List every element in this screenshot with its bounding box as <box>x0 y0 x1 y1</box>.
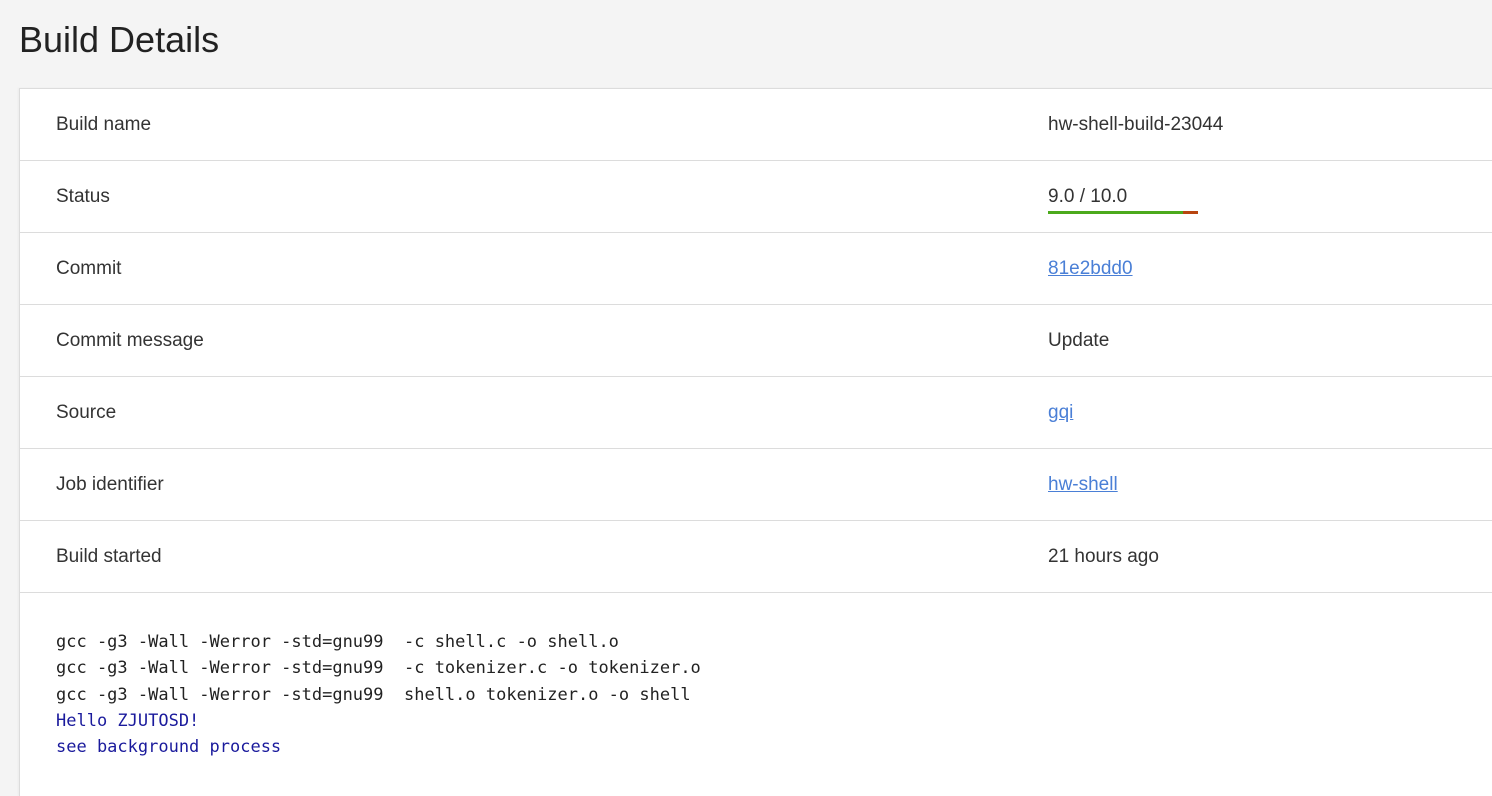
log-line-command: gcc -g3 -Wall -Werror -std=gnu99 shell.o… <box>56 684 691 705</box>
build-log-output: gcc -g3 -Wall -Werror -std=gnu99 -c shel… <box>56 629 701 760</box>
build-started-label: Build started <box>56 546 162 567</box>
build-started-value: 21 hours ago <box>1048 546 1159 567</box>
status-score: 9.0 / 10.0 <box>1048 161 1198 232</box>
status-score-bar <box>1048 211 1198 214</box>
detail-row-build-started: Build started 21 hours ago <box>20 521 1492 593</box>
detail-row-commit-message: Commit message Update <box>20 305 1492 377</box>
detail-row-build-name: Build name hw-shell-build-23044 <box>20 89 1492 161</box>
source-label: Source <box>56 402 117 423</box>
status-label: Status <box>56 186 110 207</box>
detail-row-commit: Commit 81e2bdd0 <box>20 233 1492 305</box>
commit-link[interactable]: 81e2bdd0 <box>1048 258 1133 279</box>
commit-message-value: Update <box>1048 330 1110 351</box>
detail-row-status: Status 9.0 / 10.0 <box>20 161 1492 233</box>
page-title: Build Details <box>19 19 220 60</box>
status-bar-fail <box>1183 211 1198 214</box>
build-name-label: Build name <box>56 114 152 135</box>
job-identifier-label: Job identifier <box>56 474 164 495</box>
commit-message-label: Commit message <box>56 330 204 351</box>
log-line-output: see background process <box>56 737 282 758</box>
commit-label: Commit <box>56 258 122 279</box>
source-link[interactable]: gqi <box>1048 402 1073 423</box>
status-bar-pass <box>1048 211 1183 214</box>
detail-row-source: Source gqi <box>20 377 1492 449</box>
detail-row-job-identifier: Job identifier hw-shell <box>20 449 1492 521</box>
job-identifier-link[interactable]: hw-shell <box>1048 474 1118 495</box>
log-line-command: gcc -g3 -Wall -Werror -std=gnu99 -c toke… <box>56 658 701 679</box>
job-identifier-value: hw-shell <box>1048 449 1118 520</box>
status-score-text: 9.0 / 10.0 <box>1048 186 1128 207</box>
source-value: gqi <box>1048 377 1073 448</box>
build-details-card: Build name hw-shell-build-23044 Status 9… <box>19 88 1492 796</box>
commit-value: 81e2bdd0 <box>1048 233 1133 304</box>
log-line-output: Hello ZJUTOSD! <box>56 710 200 731</box>
build-name-value: hw-shell-build-23044 <box>1048 114 1224 135</box>
log-line-command: gcc -g3 -Wall -Werror -std=gnu99 -c shel… <box>56 632 619 652</box>
